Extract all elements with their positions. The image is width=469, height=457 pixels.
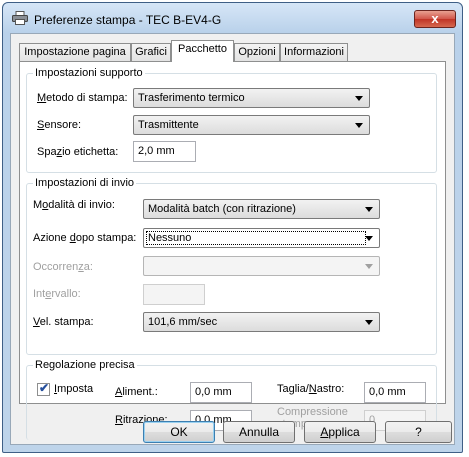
- apply-button[interactable]: Applica: [304, 421, 376, 443]
- close-icon: x: [431, 11, 439, 26]
- ok-button[interactable]: OK: [143, 421, 215, 443]
- title-bar: Preferenze stampa - TEC B-EV4-G x: [3, 3, 462, 31]
- sensor-select[interactable]: Trasmittente: [133, 115, 370, 135]
- cut-label: Taglia/Nastro:: [277, 383, 345, 395]
- impose-checkbox[interactable]: ✔: [37, 381, 50, 396]
- occurrence-select[interactable]: [143, 256, 380, 276]
- fine-adjust-title: Regolazione precisa: [33, 359, 137, 371]
- tab-pacchetto[interactable]: Pacchetto: [171, 40, 234, 62]
- tab-opzioni[interactable]: Opzioni: [234, 43, 280, 61]
- close-button[interactable]: x: [414, 10, 456, 28]
- printer-icon: [12, 11, 28, 25]
- chevron-down-icon: [355, 123, 363, 128]
- label-gap-label: Spazio etichetta:: [37, 146, 119, 158]
- interval-field[interactable]: [143, 284, 205, 305]
- send-settings-title: Impostazioni di invio: [33, 177, 137, 189]
- chevron-down-icon: [355, 96, 363, 101]
- checkmark-icon: ✔: [39, 381, 50, 395]
- chevron-down-icon: [365, 264, 373, 269]
- chevron-down-icon: [365, 236, 373, 241]
- help-button[interactable]: ?: [385, 421, 452, 443]
- sensor-label: Sensore:: [37, 119, 82, 131]
- tab-impostazione-pagina[interactable]: Impostazione pagina: [19, 43, 131, 61]
- dialog-client: Impostazione pagina Grafici Pacchetto Op…: [10, 33, 455, 445]
- send-mode-select[interactable]: Modalità batch (con ritrazione): [143, 199, 380, 219]
- send-settings-group: Impostazioni di invio Modalità di invio:…: [26, 177, 437, 355]
- feed-label: Aliment.:: [115, 386, 158, 398]
- print-method-select[interactable]: Trasferimento termico: [133, 88, 370, 108]
- cancel-button[interactable]: Annulla: [223, 421, 295, 443]
- send-mode-label: Modalità di invio:: [33, 199, 115, 211]
- tab-informazioni[interactable]: Informazioni: [280, 43, 348, 61]
- print-method-label: Metodo di stampa:: [37, 92, 128, 104]
- after-print-select[interactable]: Nessuno: [143, 228, 380, 248]
- tab-grafici[interactable]: Grafici: [131, 43, 171, 61]
- impose-label: Imposta: [54, 383, 94, 395]
- tab-panel-pacchetto: Impostazioni supporto Metodo di stampa: …: [19, 61, 446, 440]
- media-settings-group: Impostazioni supporto Metodo di stampa: …: [26, 67, 437, 173]
- cut-field[interactable]: 0,0 mm: [364, 382, 426, 403]
- media-settings-title: Impostazioni supporto: [33, 67, 145, 79]
- print-preferences-window: Preferenze stampa - TEC B-EV4-G x Impost…: [2, 2, 463, 453]
- chevron-down-icon: [365, 320, 373, 325]
- occurrence-label: Occorrenza:: [33, 261, 93, 273]
- feed-field[interactable]: 0,0 mm: [190, 382, 252, 403]
- label-gap-field[interactable]: 2,0 mm: [133, 141, 196, 162]
- print-speed-select[interactable]: 101,6 mm/sec: [143, 312, 380, 332]
- window-title: Preferenze stampa - TEC B-EV4-G: [34, 13, 222, 27]
- after-print-label: Azione dopo stampa:: [33, 232, 137, 244]
- print-speed-label: Vel. stampa:: [33, 316, 94, 328]
- interval-label: Intervallo:: [33, 288, 81, 300]
- chevron-down-icon: [365, 207, 373, 212]
